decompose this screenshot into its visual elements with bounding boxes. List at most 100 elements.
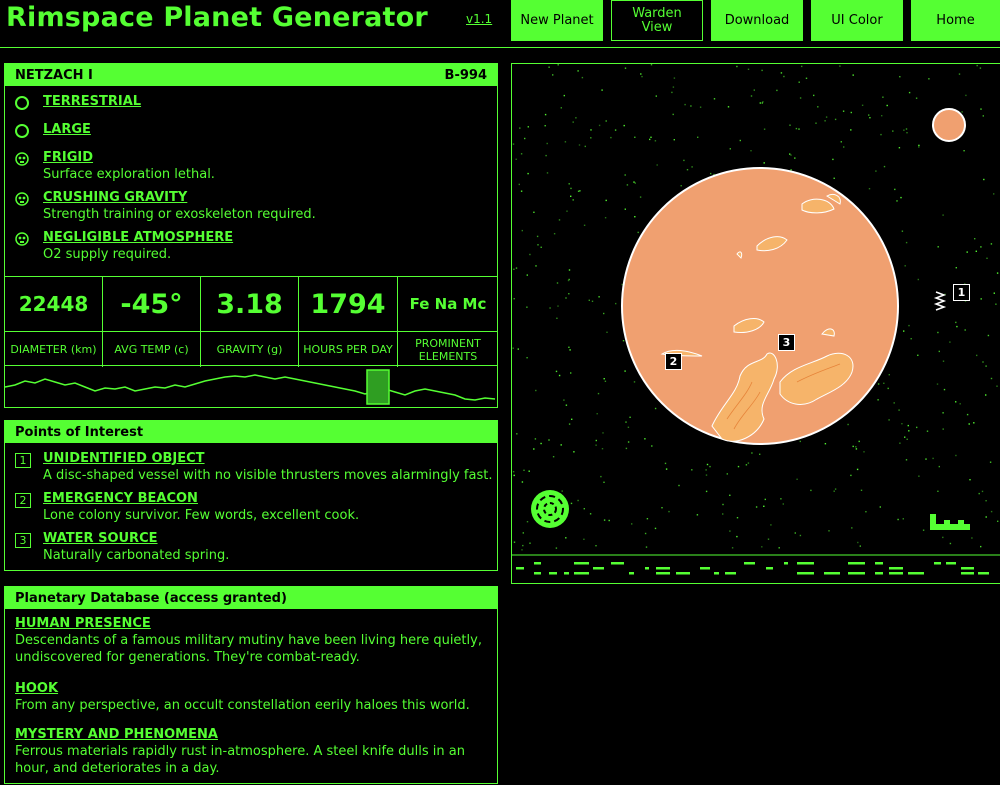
glyph bbox=[593, 567, 604, 570]
stat-label: PROMINENT ELEMENTS bbox=[415, 336, 481, 363]
star bbox=[789, 153, 791, 155]
star bbox=[995, 303, 997, 305]
star bbox=[996, 272, 999, 274]
star bbox=[906, 132, 908, 134]
map-marker-3[interactable]: 3 bbox=[778, 334, 795, 351]
star bbox=[615, 302, 617, 305]
star bbox=[902, 518, 904, 520]
poi-name[interactable]: UNIDENTIFIED OBJECT bbox=[43, 451, 205, 466]
trait-name[interactable]: FRIGID bbox=[43, 150, 93, 165]
glyph bbox=[934, 562, 941, 565]
database-entry-name[interactable]: HOOK bbox=[15, 681, 485, 696]
glyph bbox=[725, 572, 736, 575]
star bbox=[739, 139, 741, 142]
trait-name[interactable]: CRUSHING GRAVITY bbox=[43, 190, 187, 205]
star bbox=[856, 468, 859, 471]
star bbox=[755, 506, 758, 508]
new-planet-button[interactable]: New Planet bbox=[511, 0, 603, 41]
star bbox=[961, 111, 963, 113]
star bbox=[888, 419, 890, 421]
star bbox=[971, 537, 973, 539]
poi-name[interactable]: WATER SOURCE bbox=[43, 531, 158, 546]
star bbox=[579, 190, 581, 192]
star bbox=[834, 118, 837, 121]
star bbox=[980, 298, 982, 300]
poi-name[interactable]: EMERGENCY BEACON bbox=[43, 491, 198, 506]
trait-name[interactable]: NEGLIGIBLE ATMOSPHERE bbox=[43, 230, 233, 245]
glyph bbox=[848, 572, 865, 575]
trait-name[interactable]: TERRESTRIAL bbox=[43, 94, 141, 109]
star bbox=[798, 128, 800, 130]
database-entry-name[interactable]: MYSTERY AND PHENOMENA bbox=[15, 727, 485, 742]
star bbox=[974, 238, 976, 240]
star bbox=[522, 544, 524, 547]
star bbox=[629, 416, 631, 418]
star bbox=[654, 527, 657, 530]
star bbox=[645, 546, 648, 548]
glyph bbox=[700, 567, 710, 570]
star bbox=[899, 442, 901, 444]
glyph bbox=[549, 572, 557, 575]
star bbox=[990, 243, 993, 245]
star bbox=[767, 538, 770, 540]
home-button[interactable]: Home bbox=[911, 0, 1000, 41]
star bbox=[598, 124, 601, 127]
poi-panel-header: Points of Interest bbox=[5, 421, 497, 443]
star bbox=[832, 158, 834, 161]
poi-title: Points of Interest bbox=[15, 424, 144, 440]
star bbox=[605, 199, 607, 202]
star bbox=[518, 183, 520, 186]
glyph bbox=[875, 572, 883, 575]
star bbox=[985, 516, 987, 518]
star bbox=[604, 217, 607, 219]
star bbox=[901, 230, 904, 232]
trait-desc: Surface exploration lethal. bbox=[43, 167, 215, 182]
star bbox=[959, 403, 961, 405]
ui-color-button[interactable]: UI Color bbox=[811, 0, 903, 41]
version-link[interactable]: v1.1 bbox=[466, 12, 492, 26]
stats-grid: 22448 DIAMETER (km) -45° AVG TEMP (c) 3.… bbox=[5, 276, 498, 367]
star bbox=[955, 401, 957, 403]
star bbox=[517, 348, 519, 350]
star bbox=[789, 124, 791, 126]
star bbox=[813, 94, 815, 97]
star bbox=[980, 545, 982, 548]
star bbox=[571, 418, 573, 420]
star bbox=[877, 399, 879, 401]
trait-name[interactable]: LARGE bbox=[43, 122, 91, 137]
poi-desc: Naturally carbonated spring. bbox=[43, 548, 230, 563]
star bbox=[893, 402, 895, 404]
glyph bbox=[645, 567, 649, 570]
star bbox=[590, 137, 592, 139]
star bbox=[625, 447, 628, 450]
star bbox=[928, 78, 930, 80]
star bbox=[790, 169, 792, 171]
poi-number: 1 bbox=[15, 453, 31, 468]
download-button[interactable]: Download bbox=[711, 0, 803, 41]
star bbox=[634, 136, 636, 138]
star bbox=[850, 111, 852, 114]
star bbox=[524, 137, 526, 140]
star bbox=[631, 523, 633, 525]
star bbox=[745, 464, 748, 466]
star bbox=[520, 190, 523, 192]
star bbox=[603, 519, 606, 521]
star bbox=[604, 380, 607, 382]
stat-label: AVG TEMP (c) bbox=[114, 343, 189, 356]
map-marker-2[interactable]: 2 bbox=[665, 353, 682, 370]
star bbox=[978, 492, 980, 495]
star bbox=[847, 423, 849, 426]
warden-view-button[interactable]: Warden View bbox=[611, 0, 703, 41]
star bbox=[713, 98, 716, 100]
map-marker-1[interactable]: 1 bbox=[953, 284, 970, 301]
database-entry-name[interactable]: HUMAN PRESENCE bbox=[15, 616, 485, 631]
star bbox=[855, 448, 858, 450]
profile-slider-handle[interactable] bbox=[366, 369, 390, 405]
star bbox=[673, 139, 675, 141]
star bbox=[540, 442, 542, 445]
star bbox=[783, 75, 785, 78]
star bbox=[605, 120, 607, 122]
star bbox=[759, 453, 761, 455]
star bbox=[649, 138, 651, 141]
star bbox=[938, 350, 940, 353]
